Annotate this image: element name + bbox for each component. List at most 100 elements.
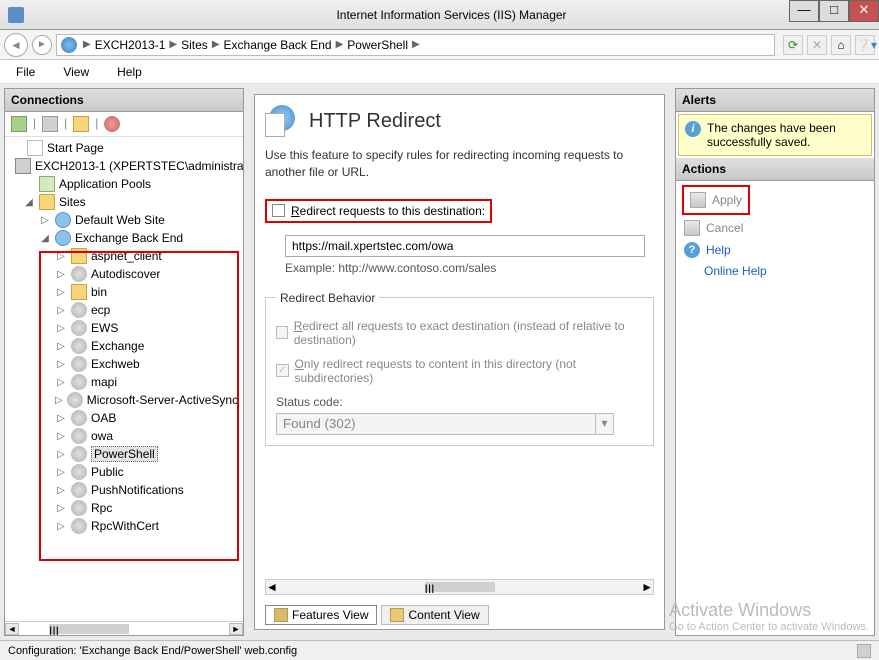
alert-saved: i The changes have been successfully sav… <box>678 114 872 156</box>
scroll-right-icon[interactable]: ► <box>229 623 243 635</box>
only-checkbox: ✓ <box>276 364 289 377</box>
main-area: Connections | | | Start Page EXCH2013-1 … <box>0 84 879 640</box>
pool-icon <box>39 176 55 192</box>
globe-folder-icon <box>71 302 87 318</box>
online-help-action[interactable]: Online Help <box>682 261 868 281</box>
default-web-site[interactable]: ▷ Default Web Site <box>7 211 241 229</box>
tree-label: OAB <box>91 411 116 425</box>
scroll-thumb[interactable]: III <box>425 582 495 592</box>
cancel-action[interactable]: Cancel <box>682 217 868 239</box>
center-hscroll[interactable]: ◄ III ► <box>265 579 654 595</box>
tree-label: EWS <box>91 321 118 335</box>
maximize-button[interactable]: □ <box>819 0 849 22</box>
globe-folder-icon <box>71 338 87 354</box>
close-button[interactable]: ✕ <box>849 0 879 22</box>
tree-label: mapi <box>91 375 117 389</box>
apply-highlight: Apply <box>682 185 750 215</box>
breadcrumb-item[interactable]: EXCH2013-1 <box>91 38 170 52</box>
exchange-back-end[interactable]: ◢ Exchange Back End <box>7 229 241 247</box>
tree-node-rpcwithcert[interactable]: ▷RpcWithCert <box>7 517 241 535</box>
app-pools[interactable]: Application Pools <box>7 175 241 193</box>
start-page[interactable]: Start Page <box>7 139 241 157</box>
tree-node-public[interactable]: ▷Public <box>7 463 241 481</box>
globe-folder-icon <box>71 482 87 498</box>
tree-label: PowerShell <box>91 446 158 462</box>
tree-node-exchweb[interactable]: ▷Exchweb <box>7 355 241 373</box>
tree-node-pushnotifications[interactable]: ▷PushNotifications <box>7 481 241 499</box>
back-button[interactable]: ◄ <box>4 33 28 57</box>
tree-label: Rpc <box>91 501 112 515</box>
tree-node-mapi[interactable]: ▷mapi <box>7 373 241 391</box>
connections-tree: Start Page EXCH2013-1 (XPERTSTEC\adminis… <box>5 137 243 621</box>
feature-title-row: HTTP Redirect <box>265 105 654 137</box>
tree-node-ews[interactable]: ▷EWS <box>7 319 241 337</box>
tree-node-bin[interactable]: ▷bin <box>7 283 241 301</box>
globe-folder-icon <box>71 356 87 372</box>
destination-url-input[interactable] <box>285 235 645 257</box>
help-icon: ? <box>684 242 700 258</box>
forward-button[interactable]: ► <box>32 35 52 55</box>
sites-node[interactable]: ◢ Sites <box>7 193 241 211</box>
globe-folder-icon <box>71 374 87 390</box>
actions-header: Actions <box>676 158 874 181</box>
features-view-icon <box>274 608 288 622</box>
server-node[interactable]: EXCH2013-1 (XPERTSTEC\administrator) <box>7 157 241 175</box>
home-icon[interactable]: ⌂ <box>831 35 851 55</box>
save-icon[interactable] <box>42 116 58 132</box>
tree-node-ecp[interactable]: ▷ecp <box>7 301 241 319</box>
globe-folder-icon <box>71 410 87 426</box>
tree-node-rpc[interactable]: ▷Rpc <box>7 499 241 517</box>
menu-bar: File View Help <box>0 60 879 84</box>
status-grip-icon <box>857 644 871 658</box>
breadcrumb-item[interactable]: Exchange Back End <box>220 38 336 52</box>
globe-folder-icon <box>71 500 87 516</box>
refresh-icon[interactable]: ⟳ <box>783 35 803 55</box>
connections-toolbar: | | | <box>5 112 243 137</box>
tree-node-owa[interactable]: ▷owa <box>7 427 241 445</box>
redirect-checkbox[interactable] <box>272 204 285 217</box>
tree-node-powershell[interactable]: ▷PowerShell <box>7 445 241 463</box>
tree-label: aspnet_client <box>91 249 162 263</box>
minimize-button[interactable]: — <box>789 0 819 22</box>
globe-folder-icon <box>67 392 83 408</box>
globe-folder-icon <box>71 446 87 462</box>
menu-help[interactable]: Help <box>109 63 150 81</box>
behavior-legend: Redirect Behavior <box>276 291 379 305</box>
content-view-tab[interactable]: Content View <box>381 605 488 625</box>
features-view-tab[interactable]: Features View <box>265 605 377 625</box>
menu-file[interactable]: File <box>8 63 43 81</box>
tree-label: Autodiscover <box>91 267 160 281</box>
connect-icon[interactable] <box>11 116 27 132</box>
scroll-left-icon[interactable]: ◄ <box>5 623 19 635</box>
breadcrumb-item[interactable]: Sites <box>177 38 212 52</box>
tree-hscroll[interactable]: ◄ III ► <box>5 621 243 635</box>
tree-node-autodiscover[interactable]: ▷Autodiscover <box>7 265 241 283</box>
tree-label: Microsoft-Server-ActiveSync <box>87 393 238 407</box>
scroll-left-icon[interactable]: ◄ <box>266 580 278 594</box>
help-dropdown-icon[interactable]: ❔▾ <box>855 35 875 55</box>
tree-node-microsoft-server-activesync[interactable]: ▷Microsoft-Server-ActiveSync <box>7 391 241 409</box>
folder-icon[interactable] <box>73 116 89 132</box>
scroll-thumb[interactable]: III <box>49 624 129 634</box>
breadcrumb-item[interactable]: PowerShell <box>343 38 412 52</box>
breadcrumb[interactable]: ▶ EXCH2013-1 ▶ Sites ▶ Exchange Back End… <box>56 34 775 56</box>
alert-text: The changes have been successfully saved… <box>707 121 865 149</box>
stop-icon[interactable]: ✕ <box>807 35 827 55</box>
globe-folder-icon <box>71 518 87 534</box>
globe-folder-icon <box>71 320 87 336</box>
tree-node-aspnet_client[interactable]: ▷aspnet_client <box>7 247 241 265</box>
redirect-highlight: Redirect requests to this destination: <box>265 199 492 223</box>
tree-node-oab[interactable]: ▷OAB <box>7 409 241 427</box>
refresh-tree-icon[interactable] <box>104 116 120 132</box>
tree-node-exchange[interactable]: ▷Exchange <box>7 337 241 355</box>
redirect-behavior-group: Redirect Behavior Redirect all requests … <box>265 291 654 446</box>
menu-view[interactable]: View <box>55 63 97 81</box>
feature-description: Use this feature to specify rules for re… <box>265 147 654 181</box>
globe-icon <box>61 37 77 53</box>
scroll-right-icon[interactable]: ► <box>641 580 653 594</box>
redirect-checkbox-row[interactable]: Redirect requests to this destination: <box>267 201 490 221</box>
help-action[interactable]: ? Help <box>682 239 868 261</box>
status-bar: Configuration: 'Exchange Back End/PowerS… <box>0 640 879 660</box>
apply-action[interactable]: Apply <box>688 189 744 211</box>
alerts-header: Alerts <box>676 89 874 112</box>
